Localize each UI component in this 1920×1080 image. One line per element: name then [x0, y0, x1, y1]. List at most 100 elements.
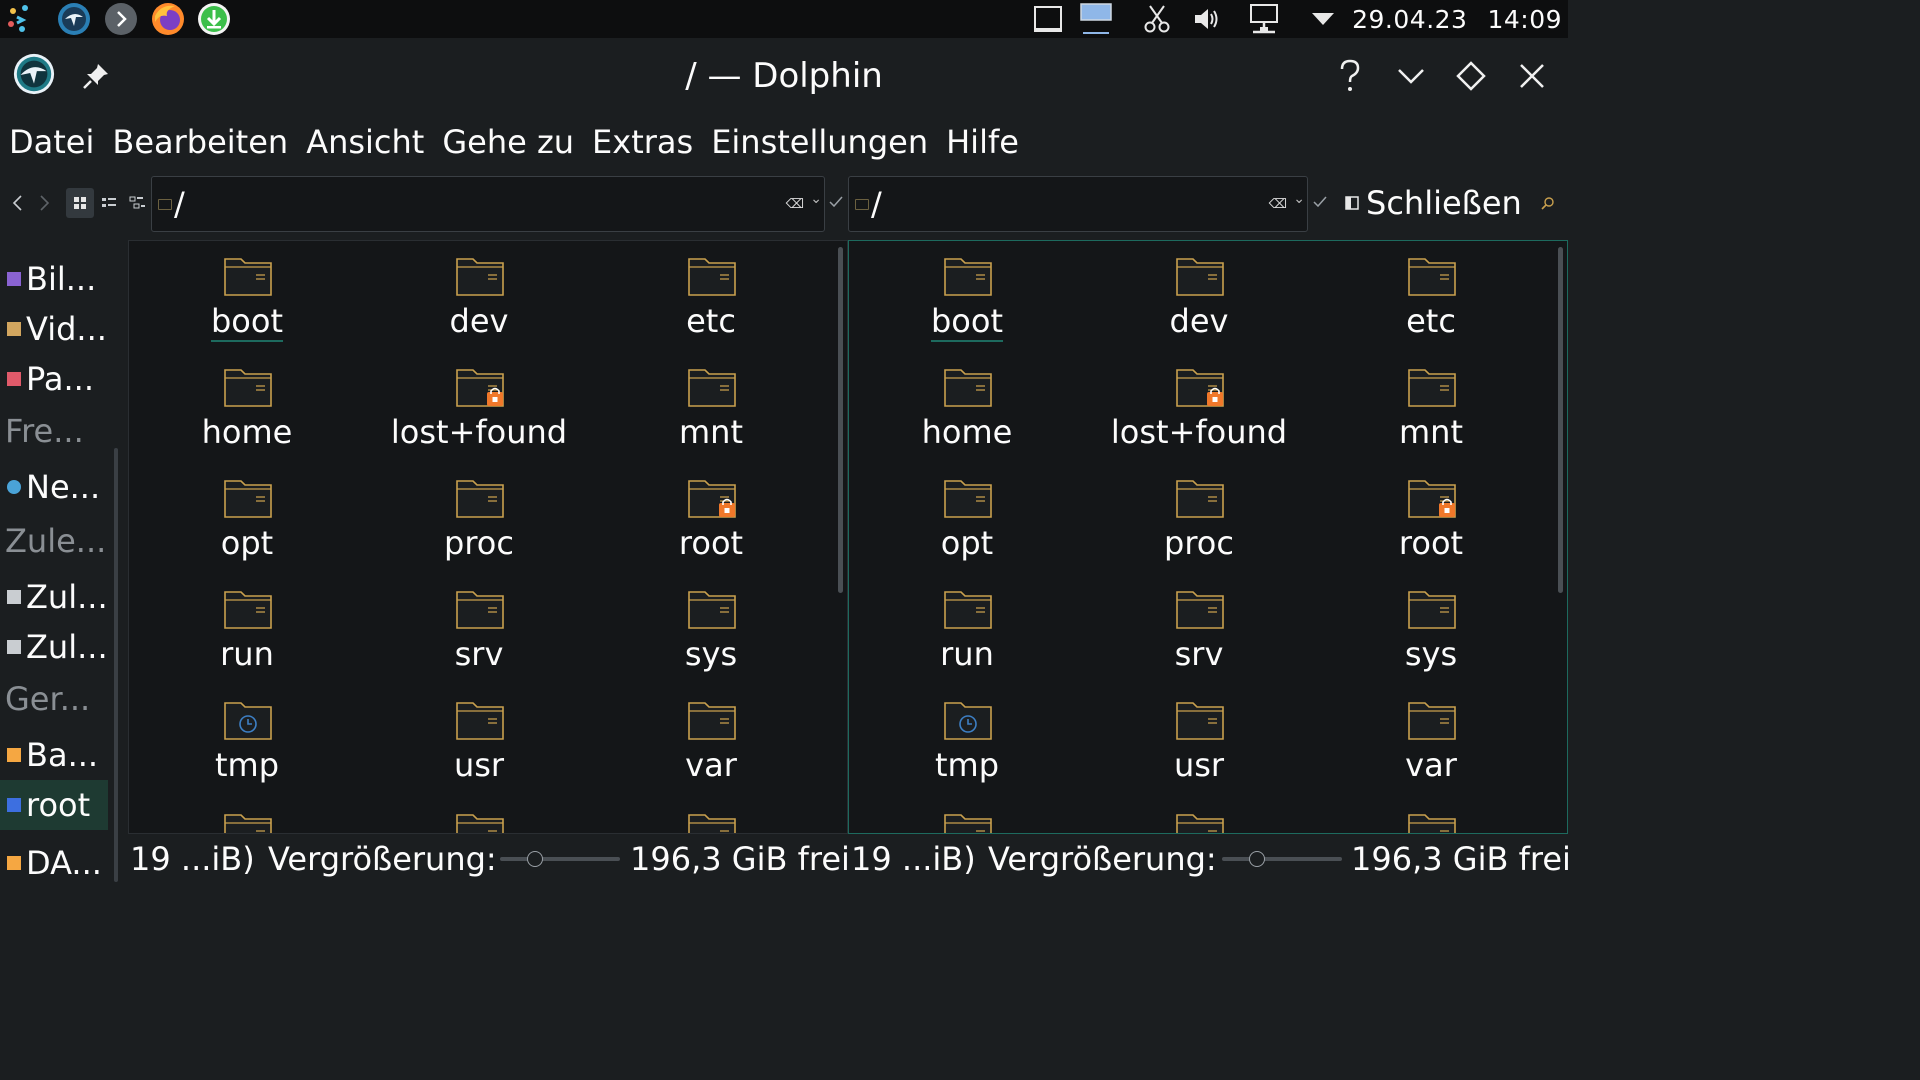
- caret-down-icon[interactable]: [1308, 4, 1338, 34]
- folder-var[interactable]: var: [1315, 697, 1547, 785]
- location-bar-left[interactable]: / ⌫ ⌄: [151, 176, 825, 232]
- folder-mnt[interactable]: mnt: [1315, 364, 1547, 452]
- folder-icon: [1175, 697, 1224, 740]
- folder-tmp[interactable]: tmp: [851, 697, 1083, 785]
- scissors-icon[interactable]: [1140, 4, 1174, 34]
- folder-tmp[interactable]: tmp: [131, 697, 363, 785]
- dolphin-icon[interactable]: [56, 3, 92, 35]
- menu-extras[interactable]: Extras: [583, 116, 702, 168]
- folder-sys[interactable]: sys: [595, 586, 827, 674]
- screen-icon[interactable]: [1078, 3, 1114, 34]
- clear-icon[interactable]: ⌫: [1269, 197, 1287, 212]
- checkmark-icon[interactable]: [828, 194, 844, 214]
- network-icon[interactable]: [1246, 4, 1282, 34]
- folder-usr[interactable]: usr: [1083, 697, 1315, 785]
- place-device-da[interactable]: DA...: [0, 838, 108, 888]
- folder-srv[interactable]: srv: [1083, 586, 1315, 674]
- place-recent-files[interactable]: Zul...: [0, 572, 108, 622]
- folder-home[interactable]: home: [851, 364, 1083, 452]
- folder-root[interactable]: root: [595, 475, 827, 563]
- zoom-slider-right[interactable]: [1222, 851, 1342, 867]
- place-bilder[interactable]: Bil...: [0, 254, 108, 304]
- menu-datei[interactable]: Datei: [0, 116, 103, 168]
- menu-gehe-zu[interactable]: Gehe zu: [433, 116, 583, 168]
- place-network[interactable]: Ne...: [0, 462, 108, 512]
- folder-run[interactable]: run: [131, 586, 363, 674]
- place-videos[interactable]: Vid...: [0, 304, 108, 354]
- details-view-icon[interactable]: [126, 188, 148, 218]
- folder-dev[interactable]: dev: [363, 253, 595, 341]
- view-scrollbar[interactable]: [1558, 247, 1563, 593]
- place-recent-locations[interactable]: Zul...: [0, 622, 108, 672]
- folder-mnt[interactable]: mnt: [595, 364, 827, 452]
- place-device-ba[interactable]: Ba...: [0, 730, 108, 780]
- folder-partial[interactable]: [1083, 809, 1315, 833]
- folder-srv[interactable]: srv: [363, 586, 595, 674]
- status-bar: 19 ...iB) Vergrößerung: 196,3 GiB frei 1…: [128, 836, 1571, 882]
- chevron-right-icon[interactable]: [103, 3, 139, 35]
- close-split-button[interactable]: Schließen: [1344, 176, 1522, 230]
- folder-partial[interactable]: [851, 809, 1083, 833]
- forward-icon[interactable]: [36, 194, 52, 216]
- folder-opt[interactable]: opt: [851, 475, 1083, 563]
- clear-icon[interactable]: ⌫: [786, 197, 804, 212]
- close-icon[interactable]: [1510, 54, 1554, 98]
- view-scrollbar[interactable]: [838, 247, 843, 593]
- folder-home[interactable]: home: [131, 364, 363, 452]
- folder-icon: [943, 586, 992, 629]
- folder-partial[interactable]: [595, 809, 827, 833]
- folder-lost-found[interactable]: lost+found: [363, 364, 595, 452]
- menu-einstellungen[interactable]: Einstellungen: [702, 116, 937, 168]
- menu-bearbeiten[interactable]: Bearbeiten: [103, 116, 297, 168]
- help-icon[interactable]: [1328, 54, 1372, 98]
- folder-var[interactable]: var: [595, 697, 827, 785]
- folder-icon: [687, 364, 736, 407]
- menu-ansicht[interactable]: Ansicht: [297, 116, 433, 168]
- maximize-icon[interactable]: [1449, 54, 1493, 98]
- right-view-pane[interactable]: boot dev etc home lost+found mnt opt proc root ru…: [848, 240, 1568, 834]
- zoom-slider-knob[interactable]: [526, 851, 543, 867]
- minimize-icon[interactable]: [1389, 54, 1433, 98]
- folder-icon: [1407, 809, 1456, 833]
- zoom-slider-knob[interactable]: [1248, 851, 1265, 867]
- checkmark-icon[interactable]: [1312, 194, 1328, 214]
- chevron-down-icon[interactable]: ⌄: [810, 191, 822, 207]
- icons-view-button[interactable]: [66, 188, 94, 218]
- app-launcher-icon[interactable]: [2, 4, 38, 34]
- left-view-pane[interactable]: boot dev etc home lost+found mnt opt proc root ru…: [128, 240, 848, 834]
- folder-boot[interactable]: boot: [851, 253, 1083, 342]
- chevron-down-icon[interactable]: ⌄: [1293, 191, 1305, 207]
- folder-sys[interactable]: sys: [1315, 586, 1547, 674]
- firefox-icon[interactable]: [150, 3, 186, 35]
- folder-opt[interactable]: opt: [131, 475, 363, 563]
- menu-hilfe[interactable]: Hilfe: [937, 116, 1028, 168]
- folder-lost-found[interactable]: lost+found: [1083, 364, 1315, 452]
- place-papierkorb[interactable]: Pa...: [0, 354, 108, 404]
- window-icon[interactable]: [1032, 4, 1064, 34]
- place-label: DA...: [26, 844, 102, 882]
- volume-icon[interactable]: [1190, 4, 1224, 34]
- folder-icon: [943, 809, 992, 833]
- folder-partial[interactable]: [363, 809, 595, 833]
- folder-partial[interactable]: [1315, 809, 1547, 833]
- place-device-root[interactable]: root: [0, 780, 108, 830]
- folder-dev[interactable]: dev: [1083, 253, 1315, 341]
- folder-etc[interactable]: etc: [595, 253, 827, 341]
- back-icon[interactable]: [10, 194, 26, 216]
- folder-partial[interactable]: [131, 809, 363, 833]
- folder-boot[interactable]: boot: [131, 253, 363, 342]
- folder-icon: [687, 809, 736, 833]
- sidebar-scrollbar[interactable]: [114, 448, 118, 882]
- folder-proc[interactable]: proc: [1083, 475, 1315, 563]
- location-bar-right[interactable]: / ⌫ ⌄: [848, 176, 1308, 232]
- compact-view-icon[interactable]: [98, 188, 120, 218]
- zoom-slider-left[interactable]: [500, 851, 620, 867]
- search-icon[interactable]: [1540, 196, 1556, 216]
- folder-proc[interactable]: proc: [363, 475, 595, 563]
- folder-etc[interactable]: etc: [1315, 253, 1547, 341]
- clock[interactable]: 29.04.23 14:09: [1352, 0, 1568, 38]
- folder-usr[interactable]: usr: [363, 697, 595, 785]
- folder-root[interactable]: root: [1315, 475, 1547, 563]
- folder-run[interactable]: run: [851, 586, 1083, 674]
- download-icon[interactable]: [196, 3, 232, 35]
